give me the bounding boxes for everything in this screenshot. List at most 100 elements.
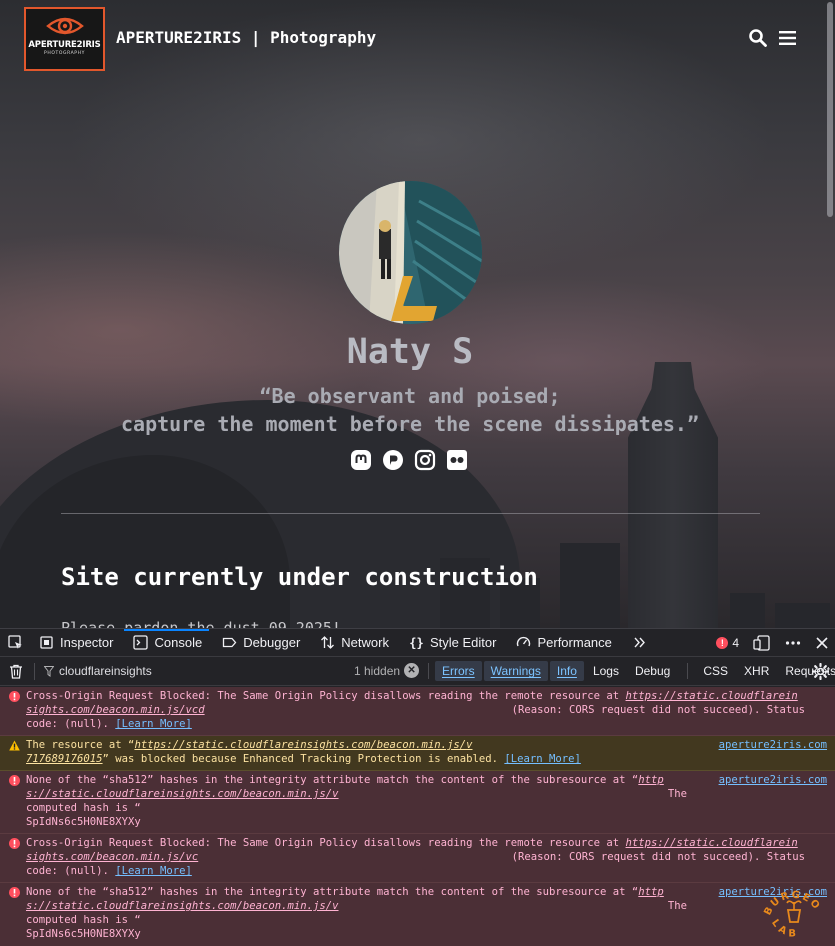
responsive-design-icon[interactable] [753, 635, 771, 651]
tab-style-editor[interactable]: {} Style Editor [399, 629, 506, 657]
trash-icon[interactable] [9, 664, 23, 679]
profile-avatar [339, 181, 482, 324]
message-link[interactable]: https://static.cloudflareinsights.com/be… [134, 739, 472, 751]
message-text: The [667, 900, 687, 912]
social-links [350, 449, 468, 471]
error-icon [9, 691, 20, 702]
filter-debug[interactable]: Debug [628, 661, 677, 681]
tab-network[interactable]: Network [310, 629, 399, 657]
filter-info[interactable]: Info [549, 661, 584, 681]
console-message-error[interactable]: aperture2iris.com None of the “sha512” h… [0, 771, 835, 834]
message-text: None of the “sha512” hashes in the integ… [26, 774, 639, 786]
console-icon [133, 635, 149, 650]
message-text: (Reason: CORS request did not succeed). … [511, 851, 805, 863]
watermark-logo: BURGEON LAB [758, 872, 821, 939]
hidden-count: 1 hidden [354, 663, 401, 678]
error-count-badge[interactable]: ! 4 [716, 636, 739, 650]
clear-filter-icon[interactable]: ✕ [404, 663, 420, 678]
pixelfed-icon[interactable] [382, 449, 404, 471]
error-count: 4 [732, 636, 739, 650]
tab-performance[interactable]: Performance [506, 629, 621, 657]
tab-inspector[interactable]: Inspector [29, 629, 123, 657]
filter-errors[interactable]: Errors [435, 661, 482, 681]
learn-more-link[interactable]: [Learn More] [115, 865, 192, 877]
message-link[interactable]: http [638, 886, 664, 898]
element-picker-button[interactable] [0, 629, 29, 657]
mastodon-icon[interactable] [350, 449, 372, 471]
tab-label: Style Editor [429, 635, 497, 650]
performance-icon [517, 636, 531, 647]
message-link[interactable]: sights.com/beacon.min.js/vcd [26, 704, 205, 716]
tab-label: Console [154, 635, 203, 650]
message-link[interactable]: https://static.cloudflarein [626, 837, 798, 849]
console-message-error[interactable]: Cross-Origin Request Blocked: The Same O… [0, 687, 835, 736]
filter-warnings[interactable]: Warnings [483, 661, 548, 681]
instagram-icon[interactable] [414, 449, 436, 471]
message-text: SpIdNs6c5H0NE8XYXy [26, 928, 141, 940]
site-title[interactable]: APERTURE2IRIS | Photography [116, 28, 376, 47]
devtools-toolbar: Inspector Console Debugger Network {} St… [0, 629, 835, 657]
message-link[interactable]: https://static.cloudflarein [626, 690, 798, 702]
filter-css[interactable]: CSS [696, 661, 735, 681]
more-tools-button[interactable] [622, 629, 657, 657]
debugger-icon [223, 637, 237, 648]
logo-name: APERTURE2IRIS [28, 40, 101, 50]
tab-label: Performance [537, 635, 612, 650]
site-scrollbar[interactable] [827, 2, 833, 217]
site-logo[interactable]: APERTURE2IRIS PHOTOGRAPHY [24, 7, 105, 71]
construction-subtext: Please pardon the dust 09 2025! [61, 619, 341, 628]
message-link[interactable]: s://static.cloudflareinsights.com/beacon… [26, 900, 339, 912]
message-text: computed hash is “ [26, 802, 141, 814]
log-level-filters: Errors Warnings Info Logs Debug CSS XHR … [428, 660, 835, 682]
console-message-error[interactable]: Cross-Origin Request Blocked: The Same O… [0, 834, 835, 883]
message-text: code: (null). [26, 865, 116, 877]
style-editor-icon: {} [409, 635, 424, 650]
hamburger-icon[interactable] [778, 28, 798, 48]
console-message-warning[interactable]: aperture2iris.com The resource at “https… [0, 736, 835, 771]
message-text: code: (null). [26, 718, 116, 730]
element-picker-icon [8, 635, 22, 649]
message-text: Cross-Origin Request Blocked: The Same O… [26, 837, 626, 849]
devtools-panel: Inspector Console Debugger Network {} St… [0, 628, 835, 946]
filter-logs[interactable]: Logs [586, 661, 626, 681]
message-link[interactable]: http [638, 774, 664, 786]
close-icon[interactable] [815, 636, 829, 650]
message-text: The [667, 788, 687, 800]
message-source-link[interactable]: aperture2iris.com [719, 738, 827, 752]
tab-console[interactable]: Console [123, 629, 212, 657]
filter-icon [44, 665, 54, 677]
logo-subtitle: PHOTOGRAPHY [44, 51, 85, 56]
inspector-icon [40, 636, 53, 649]
message-link[interactable]: 717689176015 [26, 753, 103, 765]
section-divider [61, 513, 760, 514]
more-options-icon[interactable] [785, 635, 801, 651]
tab-label: Inspector [60, 635, 114, 650]
toolbar-separator [687, 663, 689, 679]
message-link[interactable]: sights.com/beacon.min.js/vc [26, 851, 198, 863]
message-link[interactable]: s://static.cloudflareinsights.com/beacon… [26, 788, 339, 800]
filter-xhr[interactable]: XHR [737, 661, 776, 681]
background-building [730, 593, 765, 628]
learn-more-link[interactable]: [Learn More] [115, 718, 192, 730]
tab-debugger[interactable]: Debugger [212, 629, 310, 657]
hidden-messages: 1 hidden ✕ [354, 663, 420, 678]
console-message-error[interactable]: aperture2iris.com None of the “sha512” h… [0, 883, 835, 946]
console-settings-gear-icon[interactable] [812, 663, 829, 680]
flickr-icon[interactable] [446, 449, 468, 471]
search-icon[interactable] [748, 28, 768, 48]
message-text: (Reason: CORS request did not succeed). … [511, 704, 805, 716]
network-icon [321, 636, 335, 649]
message-source-link[interactable]: aperture2iris.com [719, 773, 827, 787]
background-building [775, 603, 830, 628]
learn-more-link[interactable]: [Learn More] [504, 753, 581, 765]
profile-quote-line-2: capture the moment before the scene diss… [121, 412, 699, 436]
warning-icon [9, 740, 20, 751]
toolbar-separator [34, 663, 35, 680]
filter-input[interactable]: cloudflareinsights [44, 661, 324, 681]
message-text: ” was blocked because Enhanced Tracking … [102, 753, 505, 765]
profile-name: Naty S [346, 332, 474, 372]
toolbar-separator [428, 663, 429, 679]
message-text: None of the “sha512” hashes in the integ… [26, 886, 639, 898]
message-text: computed hash is “ [26, 914, 141, 926]
double-chevron-right-icon [634, 637, 645, 648]
